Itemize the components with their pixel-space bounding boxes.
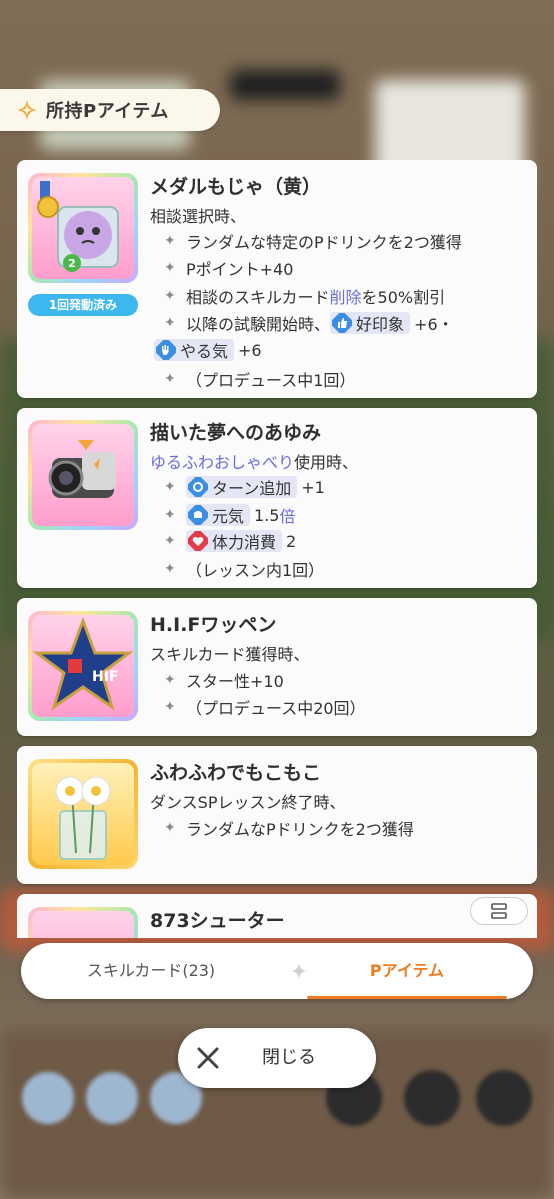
item-name: メダルもじゃ（黄） — [150, 176, 322, 198]
effect-line: やる気 +6 — [154, 339, 262, 361]
close-label: 閉じる — [262, 1047, 316, 1068]
sparkle-bullet-icon: ✦ — [164, 233, 176, 249]
item-count-badge: 2 — [68, 257, 76, 270]
item-icon-frame — [28, 759, 138, 869]
p-item-card[interactable]: 2 1回発動済み メダルもじゃ（黄） 相談選択時、 ✦ ランダムな特定のPドリンク… — [17, 160, 537, 398]
item-condition: ダンスSPレッスン終了時、 — [150, 793, 346, 812]
medal-moja-icon: 2 — [32, 177, 134, 279]
sparkle-bullet-icon: ✦ — [164, 371, 176, 387]
keyword-link[interactable]: 削除 — [330, 284, 362, 308]
item-name: 873シューター — [150, 910, 285, 932]
sparkle-bullet-icon: ✦ — [164, 288, 176, 304]
sparkle-bullet-icon: ✦ — [164, 672, 176, 688]
keyword-link[interactable]: ゆるふわおしゃべり — [150, 449, 294, 473]
keyword-chip[interactable]: 元気 — [186, 504, 251, 526]
shooter-icon — [32, 911, 134, 938]
hand-icon — [156, 340, 176, 360]
item-condition: ゆるふわおしゃべり 使用時、 — [150, 449, 358, 473]
effect-line: ✦ スター性+10 — [164, 672, 284, 691]
effect-line: ✦ ターン追加 +1 — [164, 476, 325, 498]
item-icon-frame — [28, 420, 138, 530]
sparkle-bullet-icon: ✦ — [164, 820, 176, 836]
tab-skill-cards[interactable]: スキルカード(23) — [51, 943, 251, 999]
effect-line: ✦ Pポイント+40 — [164, 260, 294, 279]
tab-p-items[interactable]: Pアイテム — [307, 943, 507, 999]
sparkle-bullet-icon: ✦ — [164, 561, 176, 577]
keyword-chip[interactable]: ターン追加 — [186, 476, 298, 498]
keyword-chip[interactable]: 好印象 — [330, 312, 411, 334]
item-icon-frame: 2 — [28, 173, 138, 283]
sparkle-divider-icon — [291, 963, 307, 979]
effect-line: ✦ （プロデュース中20回） — [164, 699, 366, 718]
item-name: 描いた夢へのあゆみ — [150, 422, 322, 444]
effect-line: ✦ （レッスン内1回） — [164, 561, 325, 580]
close-button[interactable]: 閉じる — [178, 1028, 376, 1088]
sparkle-bullet-icon: ✦ — [164, 479, 176, 495]
effect-line: ✦ 元気 1.5 倍 — [164, 503, 295, 527]
svg-text:HIF: HIF — [92, 669, 119, 685]
tab-bar: スキルカード(23) Pアイテム — [21, 943, 533, 999]
item-name: H.I.Fワッペン — [150, 614, 277, 636]
keyword-chip[interactable]: やる気 — [154, 339, 235, 361]
keyword-chip[interactable]: 体力消費 — [186, 530, 283, 552]
sparkle-bullet-icon: ✦ — [164, 315, 176, 331]
effect-line: ✦ ランダムなPドリンクを2つ獲得 — [164, 820, 414, 839]
p-item-card[interactable]: HIF H.I.Fワッペン スキルカード獲得時、 ✦ スター性+10 ✦ （プロデュ… — [17, 598, 537, 736]
item-name: ふわふわでもこもこ — [150, 762, 322, 784]
fluffy-flower-icon — [32, 763, 134, 865]
sparkle-bullet-icon: ✦ — [164, 260, 176, 276]
item-icon-frame — [28, 907, 138, 938]
p-item-list[interactable]: 2 1回発動済み メダルもじゃ（黄） 相談選択時、 ✦ ランダムな特定のPドリンク… — [17, 160, 537, 938]
p-item-card[interactable]: 描いた夢へのあゆみ ゆるふわおしゃべり 使用時、 ✦ ターン追加 +1 ✦ 元気 … — [17, 408, 537, 588]
video-camera-icon — [32, 424, 134, 526]
item-condition: スキルカード獲得時、 — [150, 645, 310, 664]
turn-add-icon — [188, 477, 208, 497]
thumbs-up-icon — [332, 313, 353, 333]
list-view-icon — [491, 903, 507, 919]
effect-line: ✦ 以降の試験開始時、 好印象 +6・ — [164, 311, 454, 335]
p-item-card[interactable]: ふわふわでもこもこ ダンスSPレッスン終了時、 ✦ ランダムなPドリンクを2つ獲得 — [17, 746, 537, 884]
panel-header: 所持Pアイテム — [0, 89, 220, 131]
item-icon-frame: HIF — [28, 611, 138, 721]
close-icon — [197, 1047, 219, 1069]
sparkle-icon — [16, 99, 38, 121]
used-count-badge: 1回発動済み — [28, 294, 138, 316]
effect-line: ✦ 相談のスキルカード 削除 を50%割引 — [164, 284, 445, 308]
item-condition: 相談選択時、 — [150, 207, 247, 226]
sparkle-bullet-icon: ✦ — [164, 507, 176, 523]
effect-line: ✦ ランダムな特定のPドリンクを2つ獲得 — [164, 233, 462, 252]
p-item-card[interactable]: 873シューター — [17, 894, 537, 938]
panel-title: 所持Pアイテム — [46, 101, 169, 122]
heart-icon — [188, 531, 208, 551]
detail-toggle-button[interactable] — [470, 897, 528, 925]
sparkle-bullet-icon: ✦ — [164, 533, 176, 549]
energy-icon — [188, 505, 208, 525]
effect-line: ✦ （プロデュース中1回） — [164, 371, 356, 390]
active-tab-indicator — [307, 996, 507, 999]
effect-line: ✦ 体力消費 2 — [164, 530, 296, 552]
sparkle-bullet-icon: ✦ — [164, 699, 176, 715]
star-patch-icon: HIF — [32, 615, 134, 717]
